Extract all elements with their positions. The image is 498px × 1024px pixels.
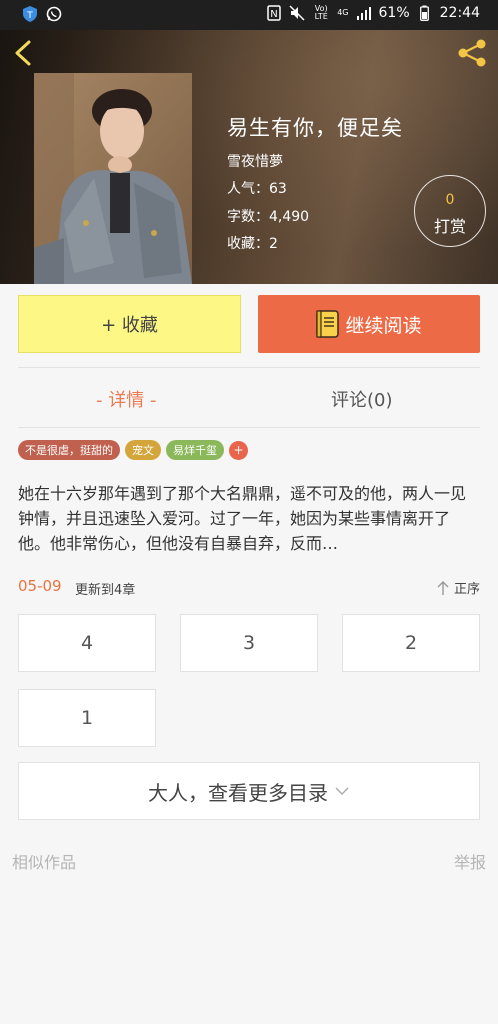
shield-icon: T [22,6,38,22]
chapter-button[interactable]: 4 [18,614,156,672]
book-summary[interactable]: 她在十六岁那年遇到了那个大名鼎鼎，遥不可及的他，两人一见钟情，并且迅速坠入爱河。… [18,481,480,556]
tip-count: 0 [445,192,455,208]
share-button[interactable] [456,38,488,68]
whatsapp-icon [46,6,62,22]
report-button[interactable]: 举报 [454,849,486,873]
signal-icon [356,5,372,21]
battery-percent: 61% [378,5,410,21]
divider [18,427,480,428]
popularity-count: 人气：63 [227,181,287,197]
book-cover-image [34,73,192,284]
chapter-button[interactable]: 2 [342,614,480,672]
share-icon [458,39,486,67]
back-button[interactable] [12,40,36,66]
view-more-catalog-label: 大人，查看更多目录 [148,780,328,805]
status-bar: T N Vo) LTE 4G 61% 22:44 [0,0,498,30]
sort-order-label: 正序 [453,582,480,597]
tip-button[interactable]: 0 打赏 [414,175,486,247]
volte-label: Vo) LTE [314,4,328,21]
tag-chip[interactable]: 不是很虐，挺甜的 [18,440,120,460]
book-header: 易生有你，便足矣 雪夜惜夢 人气：63 字数：4,490 收藏：2 0 打赏 [0,30,498,284]
update-status: 更新到4章 [75,583,136,598]
author-name[interactable]: 雪夜惜夢 [227,151,283,171]
update-date: 05-09 [18,577,62,595]
mute-icon [289,5,305,21]
sort-order-button[interactable]: 正序 [436,578,480,597]
tab-comments[interactable]: 评论(0) [331,386,393,412]
tag-chip[interactable]: 宠文 [125,440,161,460]
chevron-down-icon [335,787,349,795]
chapter-button[interactable]: 3 [180,614,318,672]
book-icon [316,310,340,338]
svg-text:T: T [26,11,33,21]
back-arrow-icon [15,40,31,66]
continue-reading-label: 继续阅读 [345,314,422,337]
tag-list: 不是很虐，挺甜的 宠文 易烊千玺 + [18,440,248,460]
add-tag-button[interactable]: + [229,440,248,460]
nfc-icon: N [266,5,282,21]
tab-detail[interactable]: - 详情 - [96,386,156,412]
collect-button[interactable]: + 收藏 [18,295,241,353]
battery-icon [417,5,433,21]
tag-chip[interactable]: 易烊千玺 [166,440,224,460]
chapter-button[interactable]: 1 [18,689,156,747]
divider [18,367,480,368]
collect-button-label: + 收藏 [101,315,158,336]
word-count: 字数：4,490 [227,209,310,225]
network-label: 4G [337,8,349,17]
view-more-catalog-button[interactable]: 大人，查看更多目录 [18,762,480,820]
similar-works-heading: 相似作品 [12,853,77,872]
arrow-up-icon [437,580,449,595]
favorites-count: 收藏：2 [227,236,278,252]
tip-label: 打赏 [433,217,466,236]
continue-reading-button[interactable]: 继续阅读 [258,295,480,353]
book-title: 易生有你，便足矣 [227,116,403,140]
clock: 22:44 [439,5,480,21]
svg-text:N: N [270,9,277,20]
